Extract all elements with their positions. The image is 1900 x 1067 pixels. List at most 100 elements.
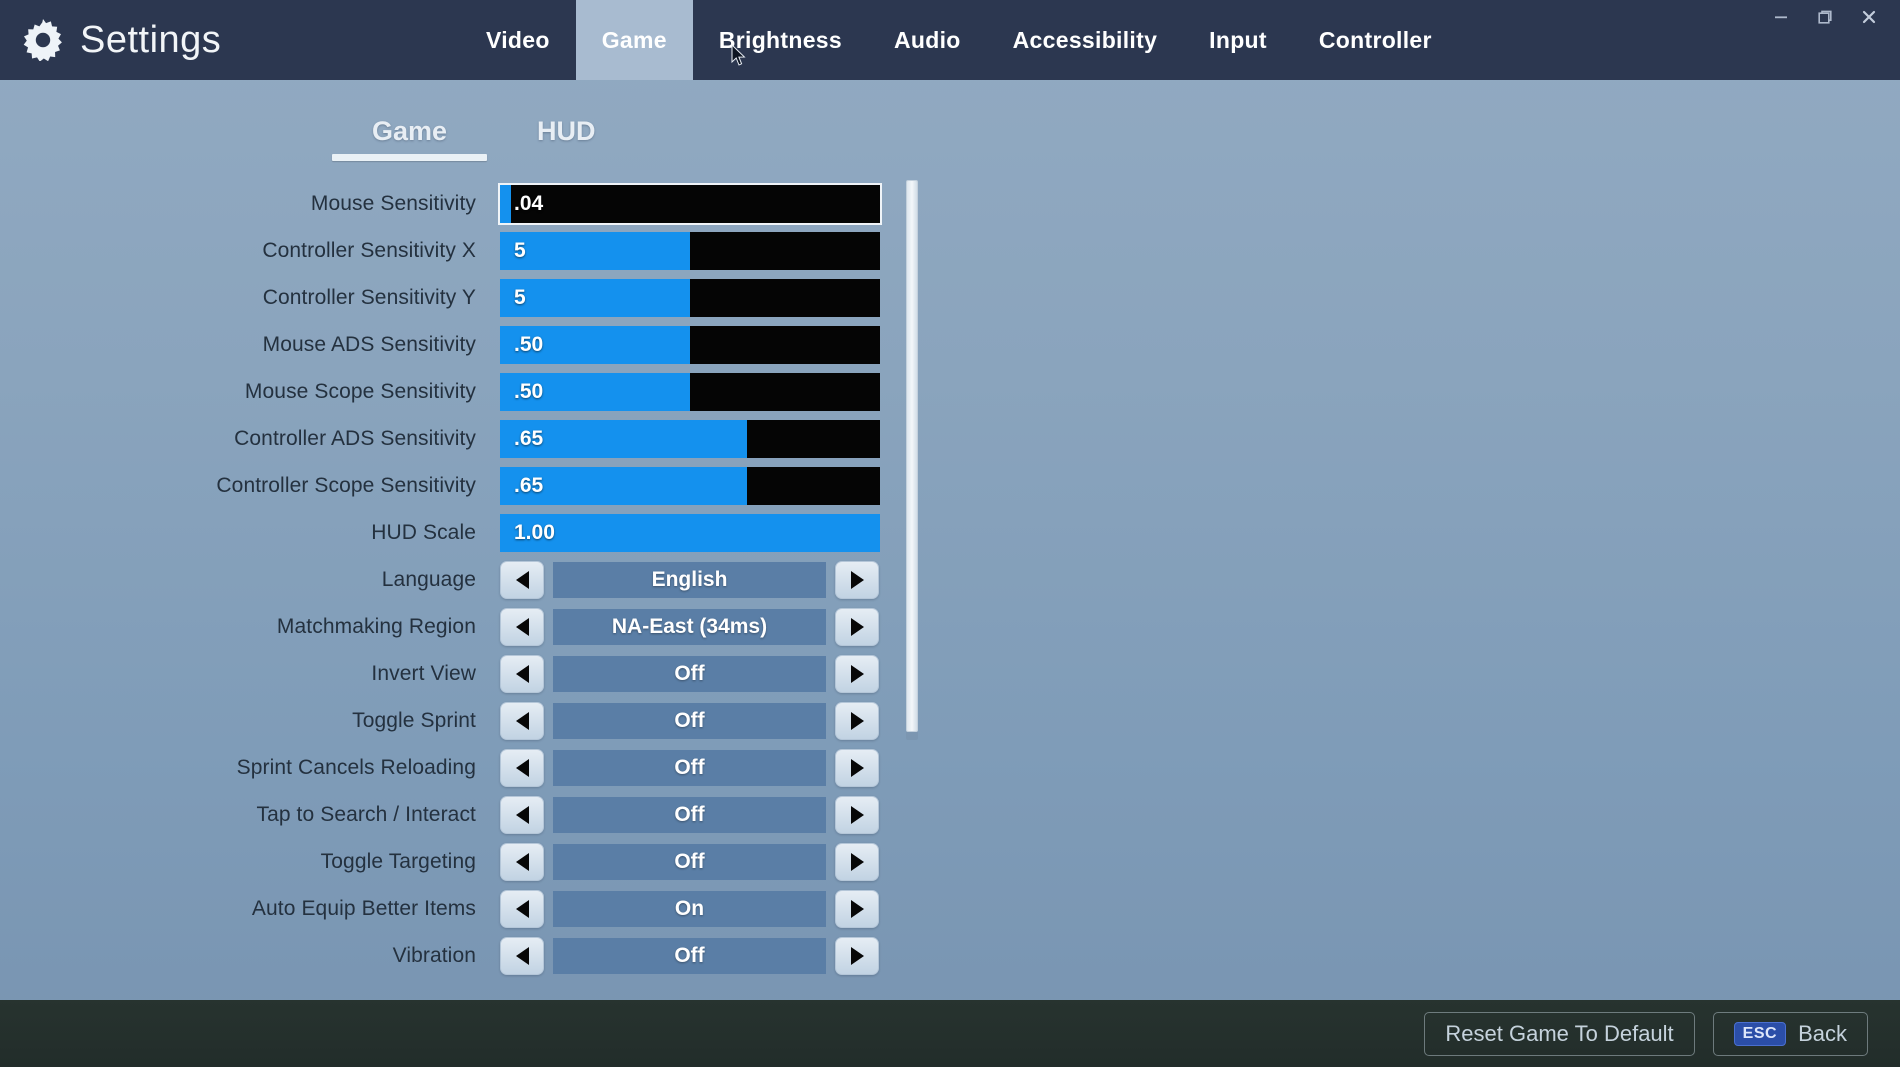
tab-game-label: Game [601,26,667,53]
setting-label: Auto Equip Better Items [251,896,476,920]
triangle-right-icon[interactable] [835,842,879,881]
tab-brightness[interactable]: Brightness [693,0,868,80]
setting-row: Matchmaking Region NA-East (34ms) [0,603,940,650]
subtab-game-label: Game [372,116,448,146]
slider-fill [500,278,690,317]
triangle-right-icon[interactable] [835,701,879,740]
tab-video-label: Video [486,26,550,53]
triangle-left-icon[interactable] [500,607,544,646]
tab-video[interactable]: Video [460,0,576,80]
selector-value[interactable]: Off [553,843,826,880]
setting-slider[interactable]: .04 [498,182,882,225]
reset-game-to-default-button[interactable]: Reset Game To Default [1424,1011,1695,1056]
setting-selector: Off [500,748,879,787]
tab-accessibility[interactable]: Accessibility [987,0,1184,80]
setting-label: Toggle Targeting [320,849,476,873]
selector-value[interactable]: Off [553,937,826,974]
triangle-right-icon[interactable] [835,795,879,834]
setting-slider[interactable]: 5 [500,278,880,317]
triangle-left-icon[interactable] [500,889,544,928]
selector-value[interactable]: Off [553,796,826,833]
triangle-right-icon[interactable] [835,889,879,928]
back-button[interactable]: ESC Back [1712,1011,1868,1056]
setting-slider[interactable]: 5 [500,231,880,270]
setting-row: HUD Scale 1.00 [0,509,940,556]
setting-selector: Off [500,795,879,834]
slider-value: .50 [514,379,544,403]
tab-brightness-label: Brightness [718,26,842,53]
setting-selector: Off [500,701,879,740]
tab-audio[interactable]: Audio [868,0,987,80]
slider-value: 5 [514,285,526,309]
triangle-left-icon[interactable] [500,936,544,975]
close-icon[interactable] [1860,8,1878,26]
setting-label: Invert View [371,661,476,685]
triangle-left-icon[interactable] [500,748,544,787]
triangle-right-icon[interactable] [835,654,879,693]
selector-value[interactable]: English [553,561,826,598]
setting-row: Auto Equip Better Items On [0,885,940,932]
settings-list: Mouse Sensitivity .04 Controller Sensitivi… [0,180,940,980]
triangle-left-icon[interactable] [500,842,544,881]
setting-slider[interactable]: 1.00 [500,513,880,552]
tab-game[interactable]: Game [575,0,693,80]
page-title: Settings [80,19,222,61]
slider-value: 1.00 [514,520,555,544]
setting-selector: Off [500,842,879,881]
setting-label: Mouse Scope Sensitivity [244,379,476,403]
slider-value: .65 [514,426,544,450]
tab-input[interactable]: Input [1183,0,1293,80]
triangle-right-icon[interactable] [835,607,879,646]
setting-label: Mouse Sensitivity [310,191,476,215]
tab-accessibility-label: Accessibility [1012,26,1158,53]
setting-label: Language [381,567,476,591]
setting-selector: On [500,889,879,928]
setting-label: Controller ADS Sensitivity [234,426,476,450]
setting-selector: Off [500,936,879,975]
triangle-right-icon[interactable] [835,748,879,787]
triangle-left-icon[interactable] [500,654,544,693]
window-controls [1772,0,1892,34]
setting-label: Controller Sensitivity Y [262,285,476,309]
setting-row: Controller Scope Sensitivity .65 [0,462,940,509]
selector-value[interactable]: On [553,890,826,927]
selector-value[interactable]: Off [553,749,826,786]
selector-value[interactable]: NA-East (34ms) [553,608,826,645]
subtab-hud-label: HUD [537,116,596,146]
settings-scrollbar-track[interactable] [906,180,918,740]
selector-value[interactable]: Off [553,655,826,692]
setting-label: Vibration [392,943,476,967]
setting-row: Mouse Sensitivity .04 [0,180,940,227]
title-bar: Settings Video Game Brightness Audio Acc… [0,0,1900,80]
setting-slider[interactable]: .65 [500,419,880,458]
slider-value: .65 [514,473,544,497]
setting-slider[interactable]: .50 [500,325,880,364]
setting-row: Mouse Scope Sensitivity .50 [0,368,940,415]
triangle-right-icon[interactable] [835,560,879,599]
setting-row: Invert View Off [0,650,940,697]
minimize-icon[interactable] [1772,8,1790,26]
selector-value[interactable]: Off [553,702,826,739]
triangle-left-icon[interactable] [500,701,544,740]
triangle-left-icon[interactable] [500,795,544,834]
setting-slider[interactable]: .65 [500,466,880,505]
app-brand: Settings [0,19,460,61]
setting-row: Controller Sensitivity Y 5 [0,274,940,321]
slider-value: 5 [514,238,526,262]
setting-label: Toggle Sprint [352,708,476,732]
main-tabs: Video Game Brightness Audio Accessibilit… [460,0,1458,80]
triangle-right-icon[interactable] [835,936,879,975]
triangle-left-icon[interactable] [500,560,544,599]
slider-fill [500,231,690,270]
setting-label: Mouse ADS Sensitivity [262,332,476,356]
reset-button-label: Reset Game To Default [1445,1020,1674,1046]
setting-slider[interactable]: .50 [500,372,880,411]
esc-key-badge: ESC [1733,1021,1787,1046]
tab-controller[interactable]: Controller [1293,0,1458,80]
setting-selector: English [500,560,879,599]
subtab-game[interactable]: Game [332,116,488,161]
maximize-icon[interactable] [1816,8,1834,26]
subtab-hud[interactable]: HUD [537,116,596,161]
setting-row: Vibration Off [0,932,940,979]
settings-scrollbar-thumb[interactable] [906,180,918,732]
